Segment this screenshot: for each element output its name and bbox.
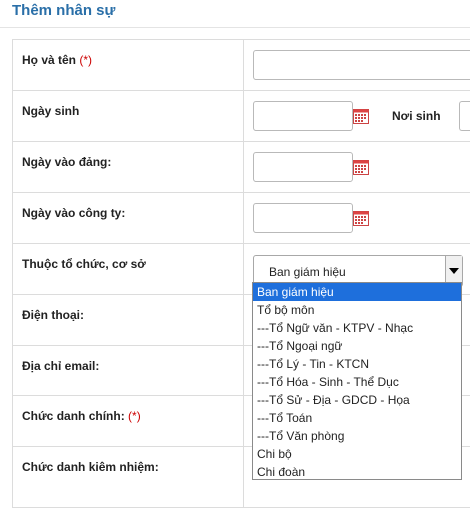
- dropdown-option[interactable]: ---Tổ Toán: [253, 409, 461, 427]
- calendar-icon[interactable]: [353, 211, 369, 226]
- birth-place-label: Nơi sinh: [392, 109, 441, 123]
- label-cell: Chức danh chính: (*): [13, 396, 244, 446]
- page-header: Thêm nhân sự: [0, 0, 470, 28]
- dropdown-option[interactable]: Chi bộ: [253, 445, 461, 463]
- concurrent-title-label: Chức danh kiêm nhiệm:: [22, 460, 159, 474]
- dropdown-option[interactable]: ---Tổ Ngoại ngữ: [253, 337, 461, 355]
- full-name-label-text: Họ và tên: [22, 53, 77, 67]
- label-cell: Ngày vào công ty:: [13, 193, 244, 243]
- company-join-date-input[interactable]: [253, 203, 353, 233]
- organization-label: Thuộc tổ chức, cơ sở: [22, 257, 146, 271]
- organization-selected-value: Ban giám hiệu: [269, 265, 346, 279]
- required-mark: (*): [128, 409, 141, 423]
- phone-label: Điện thoại:: [22, 308, 84, 322]
- full-name-input[interactable]: [253, 50, 470, 80]
- label-cell: Điện thoại:: [13, 295, 244, 345]
- birth-date-label: Ngày sinh: [22, 104, 80, 118]
- party-join-date-input[interactable]: [253, 152, 353, 182]
- birth-place-input[interactable]: [459, 101, 470, 131]
- full-name-label: Họ và tên (*): [22, 53, 92, 67]
- main-title-label: Chức danh chính: (*): [22, 409, 141, 423]
- birth-date-input[interactable]: [253, 101, 353, 131]
- label-cell: Ngày vào đảng:: [13, 142, 244, 192]
- dropdown-option[interactable]: ---Tổ Lý - Tin - KTCN: [253, 355, 461, 373]
- calendar-icon[interactable]: [353, 160, 369, 175]
- row-birth-date: Ngày sinh Nơi sinh: [13, 91, 470, 142]
- dropdown-option[interactable]: Tổ bộ môn: [253, 301, 461, 319]
- dropdown-option[interactable]: ---Tổ Văn phòng: [253, 427, 461, 445]
- label-cell: Họ và tên (*): [13, 40, 244, 90]
- label-cell: Ngày sinh: [13, 91, 244, 141]
- page-title: Thêm nhân sự: [12, 2, 116, 19]
- dropdown-option[interactable]: ---Tổ Hóa - Sinh - Thể Dục: [253, 373, 461, 391]
- label-cell: Thuộc tổ chức, cơ sở: [13, 244, 244, 294]
- main-title-label-text: Chức danh chính:: [22, 409, 125, 423]
- required-mark: (*): [79, 53, 93, 67]
- dropdown-option[interactable]: ---Tổ Sử - Địa - GDCD - Họa: [253, 391, 461, 409]
- row-full-name: Họ và tên (*): [13, 40, 470, 91]
- dropdown-option[interactable]: ---Tổ Ngữ văn - KTPV - Nhạc: [253, 319, 461, 337]
- email-label: Địa chỉ email:: [22, 359, 100, 373]
- row-party-join-date: Ngày vào đảng:: [13, 142, 470, 193]
- calendar-icon[interactable]: [353, 109, 369, 124]
- row-company-join-date: Ngày vào công ty:: [13, 193, 470, 244]
- organization-dropdown-list: Ban giám hiệu Tổ bộ môn ---Tổ Ngữ văn - …: [252, 282, 462, 480]
- dropdown-option[interactable]: Ban giám hiệu: [253, 283, 461, 301]
- dropdown-option[interactable]: Chi đoàn: [253, 463, 461, 481]
- label-cell: Địa chỉ email:: [13, 346, 244, 395]
- label-cell: Chức danh kiêm nhiệm:: [13, 447, 244, 507]
- company-join-date-label: Ngày vào công ty:: [22, 206, 126, 220]
- party-join-date-label: Ngày vào đảng:: [22, 155, 112, 169]
